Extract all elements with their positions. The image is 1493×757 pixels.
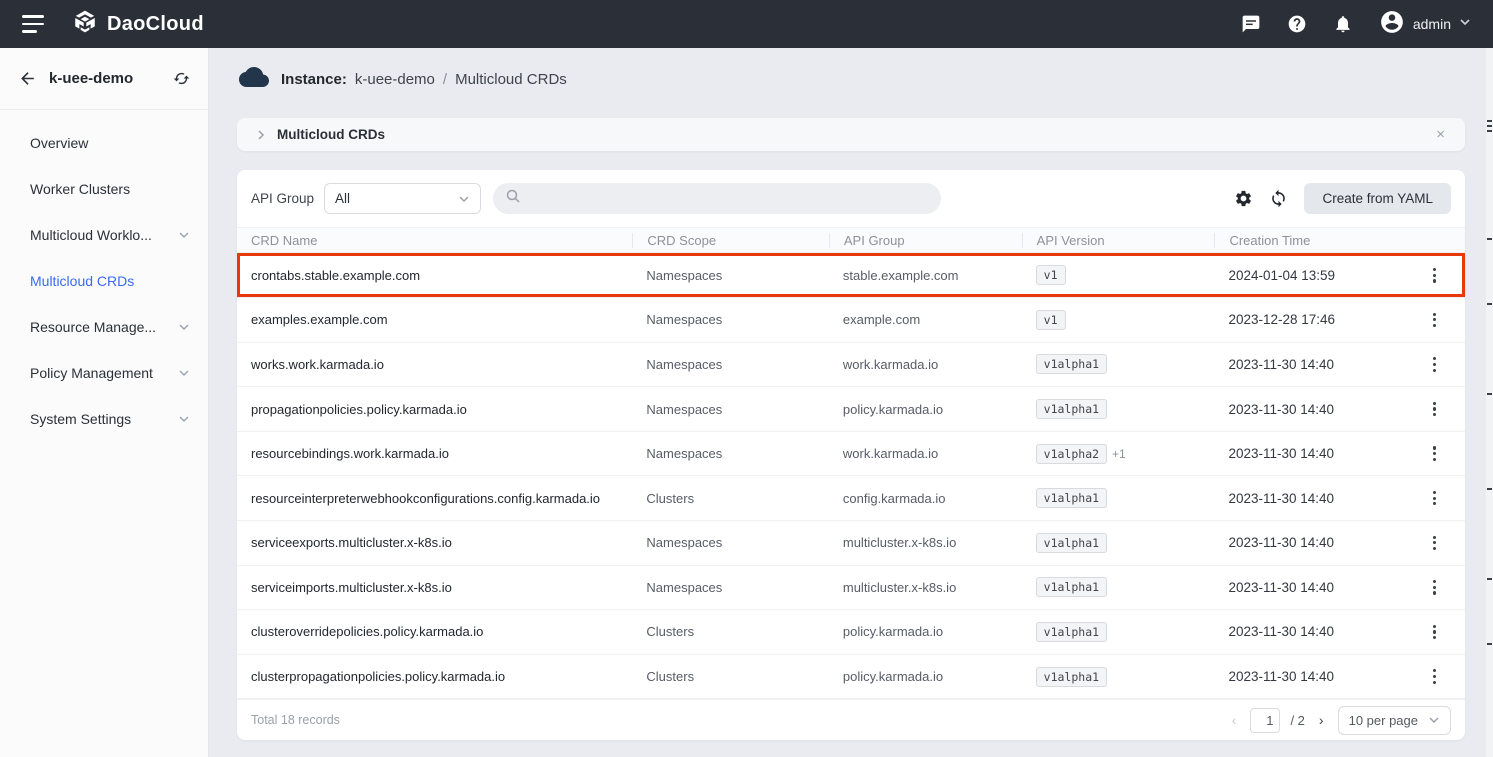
cloud-icon	[239, 65, 269, 94]
breadcrumb-instance-label: Instance:	[281, 71, 347, 88]
brand-logo[interactable]: DaoCloud	[72, 9, 204, 40]
row-actions-menu-icon[interactable]	[1427, 442, 1442, 465]
api-group-filter-label: API Group	[251, 191, 314, 206]
col-crd-scope: CRD Scope	[632, 233, 828, 248]
table-row[interactable]: crontabs.stable.example.com Namespaces s…	[237, 253, 1465, 298]
crd-table: CRD Name CRD Scope API Group API Version…	[237, 227, 1465, 699]
table-header: CRD Name CRD Scope API Group API Version…	[237, 227, 1465, 253]
total-records: Total 18 records	[251, 713, 1228, 727]
settings-gear-icon[interactable]	[1234, 189, 1253, 208]
page-number-input[interactable]	[1250, 708, 1280, 733]
version-badge: v1alpha1	[1036, 399, 1107, 419]
chevron-down-icon	[178, 229, 190, 241]
version-badge: v1alpha1	[1036, 622, 1107, 642]
sidebar: k-uee-demo Overview Worker Clusters Mult…	[0, 48, 209, 757]
table-row[interactable]: serviceexports.multicluster.x-k8s.io Nam…	[237, 521, 1465, 566]
version-badge: v1	[1036, 265, 1066, 285]
table-footer: Total 18 records ‹ / 2 › 10 per page	[237, 699, 1465, 740]
topbar: DaoCloud admin	[0, 0, 1493, 48]
table-row[interactable]: resourcebindings.work.karmada.io Namespa…	[237, 432, 1465, 477]
table-row[interactable]: clusterpropagationpolicies.policy.karmad…	[237, 655, 1465, 700]
search-icon	[505, 188, 521, 209]
row-actions-menu-icon[interactable]	[1427, 353, 1442, 376]
row-actions-menu-icon[interactable]	[1427, 621, 1442, 644]
page-size-select[interactable]: 10 per page	[1338, 706, 1451, 735]
sidebar-item-resource-management[interactable]: Resource Manage...	[0, 304, 208, 350]
table-row[interactable]: clusteroverridepolicies.policy.karmada.i…	[237, 610, 1465, 655]
row-actions-menu-icon[interactable]	[1427, 576, 1442, 599]
api-group-select[interactable]: All	[324, 183, 481, 214]
version-badge: v1alpha1	[1036, 577, 1107, 597]
sidebar-item-multicloud-crds[interactable]: Multicloud CRDs	[0, 258, 208, 304]
version-badge: v1alpha2	[1036, 444, 1107, 464]
row-actions-menu-icon[interactable]	[1427, 665, 1442, 688]
crd-table-card: API Group All	[237, 170, 1465, 740]
chevron-down-icon	[178, 413, 190, 425]
sidebar-nav: Overview Worker Clusters Multicloud Work…	[0, 110, 208, 442]
refresh-icon[interactable]	[1269, 189, 1288, 208]
avatar	[1379, 9, 1405, 40]
version-badge: v1	[1036, 310, 1066, 330]
breadcrumb: Instance: k-uee-demo / Multicloud CRDs	[209, 48, 1493, 110]
search-input[interactable]	[529, 191, 929, 206]
sidebar-item-multicloud-workloads[interactable]: Multicloud Worklo...	[0, 212, 208, 258]
menu-icon[interactable]	[22, 15, 44, 33]
daocloud-logo-icon	[72, 9, 98, 40]
user-menu[interactable]: admin	[1379, 9, 1471, 40]
row-actions-menu-icon[interactable]	[1427, 309, 1442, 332]
breadcrumb-instance-value[interactable]: k-uee-demo	[355, 71, 435, 88]
sidebar-item-policy-management[interactable]: Policy Management	[0, 350, 208, 396]
main-content: Instance: k-uee-demo / Multicloud CRDs M…	[209, 48, 1493, 757]
chevron-down-icon	[178, 367, 190, 379]
search-box[interactable]	[493, 183, 941, 214]
messages-icon[interactable]	[1241, 14, 1261, 34]
back-arrow-icon[interactable]	[18, 69, 37, 88]
sidebar-item-system-settings[interactable]: System Settings	[0, 396, 208, 442]
row-actions-menu-icon[interactable]	[1427, 487, 1442, 510]
version-badge: v1alpha1	[1036, 488, 1107, 508]
chevron-down-icon	[458, 193, 470, 205]
pagination: ‹ / 2 › 10 per page	[1228, 706, 1451, 735]
table-row[interactable]: propagationpolicies.policy.karmada.io Na…	[237, 387, 1465, 432]
version-badge: v1alpha1	[1036, 533, 1107, 553]
chevron-down-icon	[178, 321, 190, 333]
version-badge: v1alpha1	[1036, 354, 1107, 374]
next-page-icon[interactable]: ›	[1315, 712, 1328, 728]
create-from-yaml-button[interactable]: Create from YAML	[1304, 183, 1451, 214]
table-row[interactable]: serviceimports.multicluster.x-k8s.io Nam…	[237, 566, 1465, 611]
chevron-right-icon[interactable]	[255, 129, 267, 141]
sidebar-item-worker-clusters[interactable]: Worker Clusters	[0, 166, 208, 212]
row-actions-menu-icon[interactable]	[1427, 264, 1442, 287]
col-api-group: API Group	[829, 233, 1022, 248]
brand-name: DaoCloud	[107, 13, 204, 36]
chevron-down-icon	[1428, 714, 1440, 726]
breadcrumb-page: Multicloud CRDs	[455, 71, 567, 88]
info-panel-title: Multicloud CRDs	[277, 127, 1434, 142]
username: admin	[1413, 16, 1451, 32]
chevron-down-icon	[1459, 15, 1471, 33]
help-icon[interactable]	[1287, 14, 1307, 34]
col-creation-time: Creation Time	[1214, 233, 1403, 248]
col-crd-name: CRD Name	[237, 233, 632, 248]
table-row[interactable]: examples.example.com Namespaces example.…	[237, 298, 1465, 343]
table-row[interactable]: resourceinterpreterwebhookconfigurations…	[237, 476, 1465, 521]
switch-instance-icon[interactable]	[173, 70, 190, 87]
page-count: / 2	[1290, 713, 1304, 728]
sidebar-item-overview[interactable]: Overview	[0, 120, 208, 166]
notifications-bell-icon[interactable]	[1333, 14, 1353, 34]
version-badge: v1alpha1	[1036, 667, 1107, 687]
page-scrollbar[interactable]	[1486, 48, 1493, 757]
row-actions-menu-icon[interactable]	[1427, 398, 1442, 421]
table-row[interactable]: works.work.karmada.io Namespaces work.ka…	[237, 343, 1465, 388]
table-toolbar: API Group All	[237, 170, 1465, 227]
info-panel: Multicloud CRDs ×	[237, 118, 1465, 151]
prev-page-icon[interactable]: ‹	[1228, 712, 1241, 728]
close-icon[interactable]: ×	[1434, 126, 1447, 143]
col-api-version: API Version	[1022, 233, 1215, 248]
row-actions-menu-icon[interactable]	[1427, 532, 1442, 555]
instance-name: k-uee-demo	[49, 70, 161, 87]
